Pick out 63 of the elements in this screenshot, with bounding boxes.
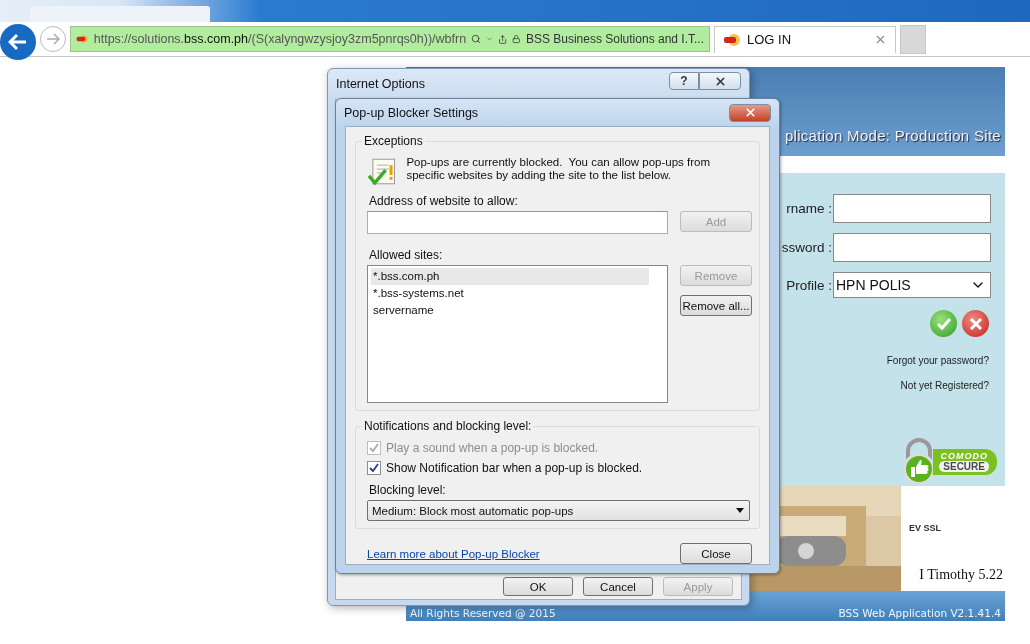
field-label: ssword :	[781, 240, 832, 255]
field-label: Allowed sites:	[369, 248, 444, 262]
page-link[interactable]: Not yet Registered?	[900, 380, 989, 391]
confirm-button[interactable]	[930, 310, 957, 337]
seal-brand: COMODO	[940, 451, 988, 461]
field-label: rname :	[786, 201, 832, 216]
checkbox-label: Play a sound when a pop-up is blocked.	[386, 441, 599, 455]
close-button[interactable]	[699, 72, 741, 90]
close-icon	[713, 74, 727, 88]
group-legend: Exceptions	[362, 134, 425, 148]
address-bar[interactable]: https://solutions.bss.com.ph/(S(xalyngwzysjoy3zm5pnrqs0h))/wbfrn BSS Business Solutions and I.T...	[70, 26, 710, 52]
checkbox[interactable]	[367, 461, 381, 475]
blocking-level-select[interactable]: Medium: Block most automatic pop-ups	[367, 500, 750, 521]
checkmark-icon	[935, 316, 952, 331]
window-title: Pop-up Blocker Settings	[344, 105, 479, 120]
close-icon	[743, 106, 757, 119]
page-link[interactable]: Forgot your password?	[886, 355, 989, 366]
back-button[interactable]	[0, 24, 36, 60]
remove-all-button[interactable]: Remove all...	[680, 295, 752, 316]
site-item[interactable]: servername	[371, 302, 649, 319]
site-item[interactable]: *.bss-systems.net	[371, 285, 649, 302]
url-text: https://solutions.bss.com.ph/(S(xalyngwzysjoy3zm5pnrqs0h))/wbfrn	[93, 32, 467, 46]
field-label: Profile :	[786, 277, 832, 293]
cancel-button[interactable]	[962, 310, 989, 337]
copyright-text: All Rights Reserved @ 2015	[410, 607, 556, 619]
search-icon[interactable]	[471, 32, 482, 46]
version-text: BSS Web Application V2.1.41.4	[838, 607, 1001, 619]
close-button[interactable]	[729, 103, 771, 122]
input-field[interactable]	[833, 194, 991, 223]
close-dialog-button[interactable]: Close	[680, 543, 752, 564]
profile-select[interactable]: HPN POLIS	[833, 272, 991, 298]
arrow-left-icon	[8, 33, 28, 51]
ev-ssl-label: EV SSL	[909, 523, 941, 533]
lock-icon[interactable]	[512, 33, 521, 45]
allowed-sites-list[interactable]: *.bss.com.ph *.bss-systems.net servername	[367, 265, 668, 403]
caret-icon[interactable]	[486, 34, 494, 44]
site-logo-icon	[76, 32, 89, 46]
site-item[interactable]: *.bss.com.ph	[371, 268, 649, 285]
dialog-button[interactable]: OK	[503, 577, 573, 596]
dialog-button[interactable]: Cancel	[583, 577, 653, 596]
info-text: Pop-ups are currently blocked. You can allow pop-ups from specific websites by adding the site to the list below.	[406, 156, 712, 183]
verse-reference: I Timothy 5.22	[919, 567, 1003, 583]
mode-title: plication Mode: Production Site	[784, 127, 1001, 144]
site-title: BSS Business Solutions and I.T...	[525, 32, 704, 46]
input-field[interactable]	[833, 233, 991, 262]
tab-label: LOG IN	[747, 32, 793, 47]
arrow-right-icon	[46, 33, 60, 45]
field-label: Address of website to allow:	[369, 194, 519, 208]
seal-caption: SECURE	[939, 461, 989, 472]
share-icon[interactable]	[498, 32, 508, 46]
browser-tab[interactable]: LOG IN	[714, 25, 896, 53]
help-button[interactable]: ?	[669, 72, 699, 90]
learn-more-link[interactable]: Learn more about Pop-up Blocker	[367, 547, 540, 560]
x-icon	[968, 316, 983, 331]
forward-button[interactable]	[40, 26, 66, 52]
address-input[interactable]	[367, 211, 668, 234]
group-legend: Notifications and blocking level:	[362, 419, 534, 433]
window-title: Internet Options	[336, 77, 425, 91]
checkbox-label: Show Notification bar when a pop-up is blocked.	[386, 461, 643, 475]
field-label: Blocking level:	[369, 483, 447, 497]
site-logo-icon	[723, 32, 741, 47]
dropdown-arrow-icon	[736, 508, 744, 513]
close-icon[interactable]	[874, 33, 887, 46]
